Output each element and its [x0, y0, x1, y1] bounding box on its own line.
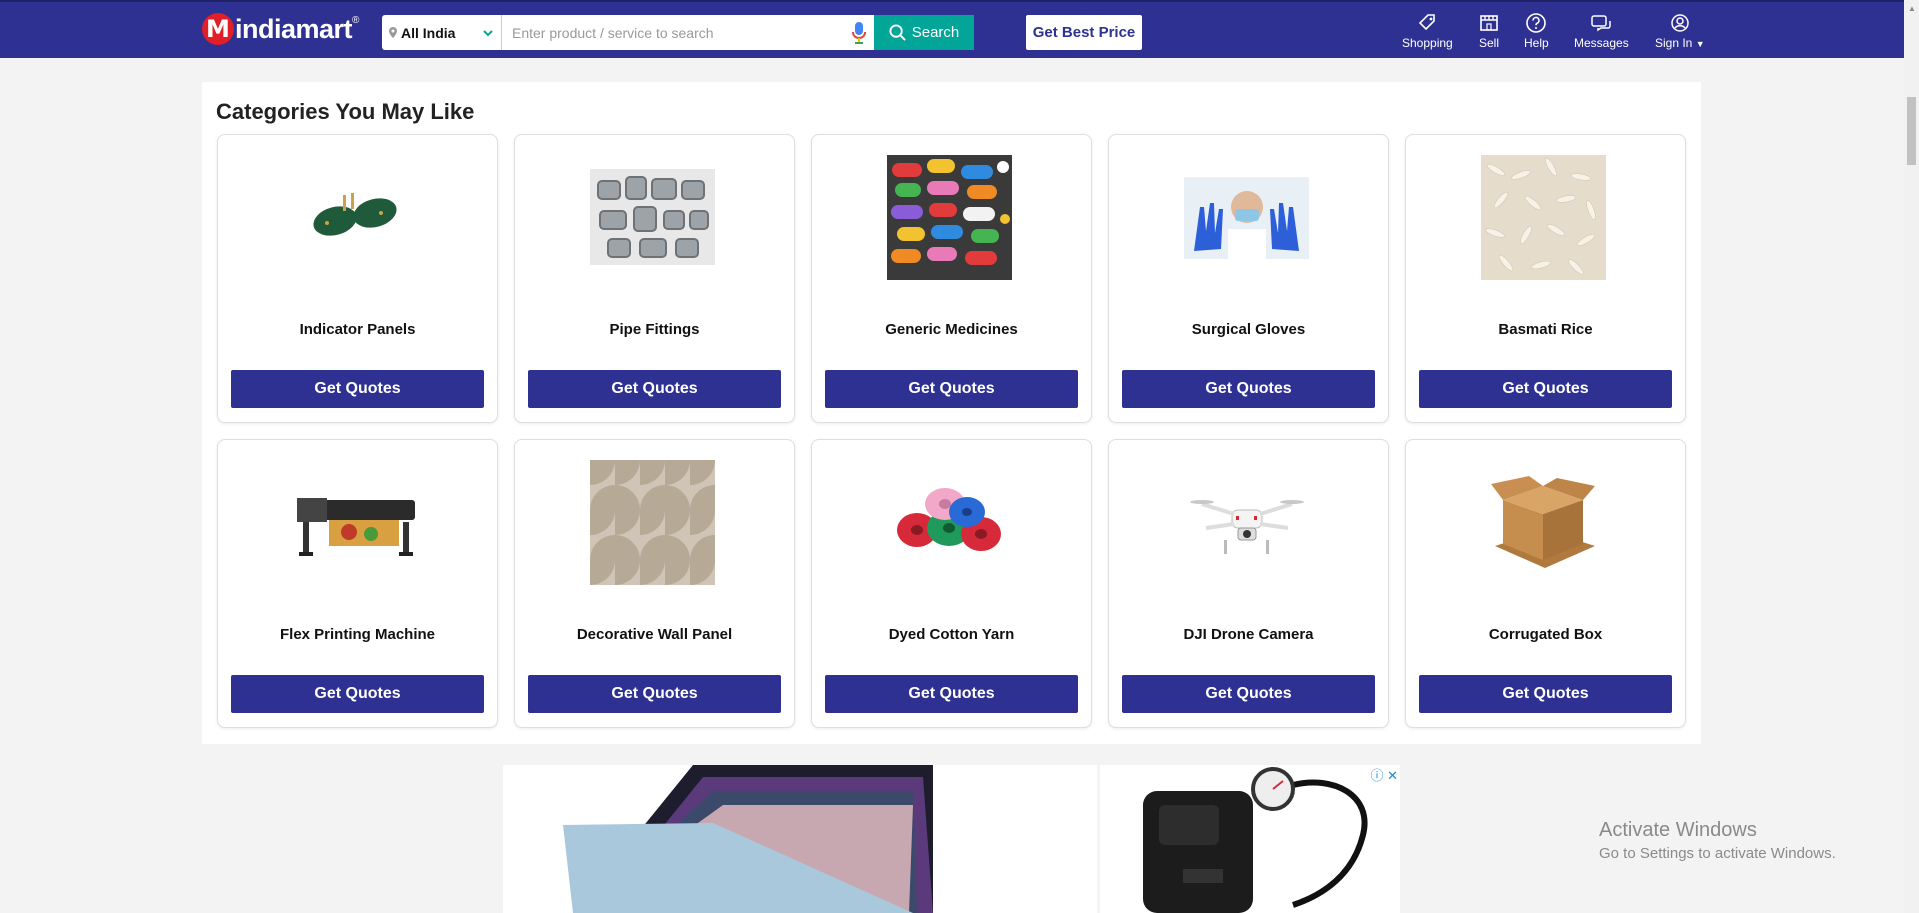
category-name: Pipe Fittings	[609, 321, 700, 338]
get-quotes-button[interactable]: Get Quotes	[1419, 370, 1672, 408]
logo-text: indiamart	[235, 13, 353, 44]
tag-icon	[1419, 14, 1436, 31]
store-icon	[1480, 15, 1498, 31]
messages-icon	[1591, 15, 1612, 32]
category-name: Decorative Wall Panel	[576, 626, 733, 643]
yarn-image	[887, 460, 1012, 585]
help-icon	[1526, 13, 1547, 33]
location-select[interactable]: All India	[382, 15, 502, 50]
get-quotes-button[interactable]: Get Quotes	[825, 675, 1078, 713]
drone-image	[1184, 460, 1309, 585]
ad-close-icon[interactable]: ⓘ ✕	[1370, 765, 1398, 784]
logo-m-icon: M	[202, 13, 234, 45]
nav-help-label: Help	[1524, 36, 1549, 50]
surgical-gloves-image	[1184, 155, 1309, 280]
watermark-title: Activate Windows	[1599, 819, 1757, 841]
category-card[interactable]: Corrugated Box Get Quotes	[1405, 439, 1686, 728]
search-input[interactable]	[502, 15, 852, 50]
category-name: DJI Drone Camera	[1183, 626, 1314, 643]
nav-messages-label: Messages	[1574, 36, 1629, 50]
categories-grid: Indicator Panels Get Quotes Pipe Fitting…	[217, 134, 1686, 728]
search-button-label: Search	[911, 24, 960, 41]
get-quotes-button[interactable]: Get Quotes	[1419, 675, 1672, 713]
microphone-icon[interactable]	[852, 21, 866, 44]
wall-panel-image	[590, 460, 715, 585]
get-quotes-button[interactable]: Get Quotes	[231, 675, 484, 713]
watermark-subtitle: Go to Settings to activate Windows.	[1599, 845, 1836, 862]
nav-shopping-label: Shopping	[1402, 36, 1453, 50]
search-button[interactable]: Search	[874, 15, 974, 50]
user-icon	[1671, 14, 1689, 32]
indiamart-logo[interactable]: M indiamart ®	[202, 11, 359, 47]
category-card[interactable]: Dyed Cotton Yarn Get Quotes	[811, 439, 1092, 728]
category-name: Dyed Cotton Yarn	[888, 626, 1015, 643]
nav-shopping[interactable]: Shopping	[1402, 12, 1453, 50]
category-card[interactable]: Indicator Panels Get Quotes	[217, 134, 498, 423]
scrollbar-thumb[interactable]	[1907, 97, 1916, 165]
category-name: Flex Printing Machine	[279, 626, 436, 643]
air-compressor-image: ⓘ ✕	[1103, 765, 1400, 913]
get-quotes-button[interactable]: Get Quotes	[528, 370, 781, 408]
category-card[interactable]: Decorative Wall Panel Get Quotes	[514, 439, 795, 728]
fabric-swatches-image	[503, 765, 1100, 913]
nav-sell[interactable]: Sell	[1478, 12, 1500, 50]
category-card[interactable]: DJI Drone Camera Get Quotes	[1108, 439, 1389, 728]
categories-section: Categories You May Like Indicator Panels…	[202, 82, 1701, 744]
rice-image	[1481, 155, 1606, 280]
category-card[interactable]: Basmati Rice Get Quotes	[1405, 134, 1686, 423]
category-card[interactable]: Generic Medicines Get Quotes	[811, 134, 1092, 423]
chevron-down-icon	[483, 29, 493, 36]
get-quotes-button[interactable]: Get Quotes	[1122, 370, 1375, 408]
printer-machine-image	[293, 460, 418, 585]
get-quotes-button[interactable]: Get Quotes	[825, 370, 1078, 408]
logo-reg-mark: ®	[352, 15, 360, 26]
get-quotes-button[interactable]: Get Quotes	[1122, 675, 1375, 713]
get-quotes-button[interactable]: Get Quotes	[528, 675, 781, 713]
get-quotes-button[interactable]: Get Quotes	[231, 370, 484, 408]
nav-messages[interactable]: Messages	[1574, 12, 1629, 50]
search-icon	[889, 24, 906, 41]
category-name: Surgical Gloves	[1191, 321, 1306, 338]
location-pin-icon	[389, 27, 397, 38]
get-best-price-button[interactable]: Get Best Price	[1026, 15, 1142, 50]
category-name: Generic Medicines	[885, 321, 1018, 338]
nav-sign-in[interactable]: Sign In ▼	[1655, 12, 1705, 50]
category-name: Indicator Panels	[299, 321, 416, 338]
category-card[interactable]: Flex Printing Machine Get Quotes	[217, 439, 498, 728]
section-title: Categories You May Like	[216, 99, 475, 124]
category-card[interactable]: Pipe Fittings Get Quotes	[514, 134, 795, 423]
chevron-down-icon: ▼	[1695, 39, 1705, 49]
nav-sign-in-label: Sign In ▼	[1655, 36, 1705, 50]
ad-banner[interactable]: ⓘ ✕	[503, 765, 1400, 913]
top-header: M indiamart ® All India Search Get Best …	[0, 0, 1904, 58]
category-name: Basmati Rice	[1498, 321, 1593, 338]
nav-help[interactable]: Help	[1524, 12, 1549, 50]
location-label: All India	[401, 24, 456, 41]
nav-sell-label: Sell	[1478, 36, 1499, 50]
category-name: Corrugated Box	[1488, 626, 1603, 643]
cardboard-box-image	[1481, 460, 1606, 585]
capsules-image	[887, 155, 1012, 280]
category-card[interactable]: Surgical Gloves Get Quotes	[1108, 134, 1389, 423]
pipe-fittings-image	[590, 155, 715, 280]
activate-windows-watermark: Activate Windows Go to Settings to activ…	[1599, 819, 1836, 862]
search-bar: All India Search	[382, 15, 974, 50]
page-scrollbar[interactable]: ▲	[1904, 0, 1919, 913]
scroll-up-icon[interactable]: ▲	[1908, 4, 1916, 13]
circuit-board-image	[293, 155, 418, 280]
